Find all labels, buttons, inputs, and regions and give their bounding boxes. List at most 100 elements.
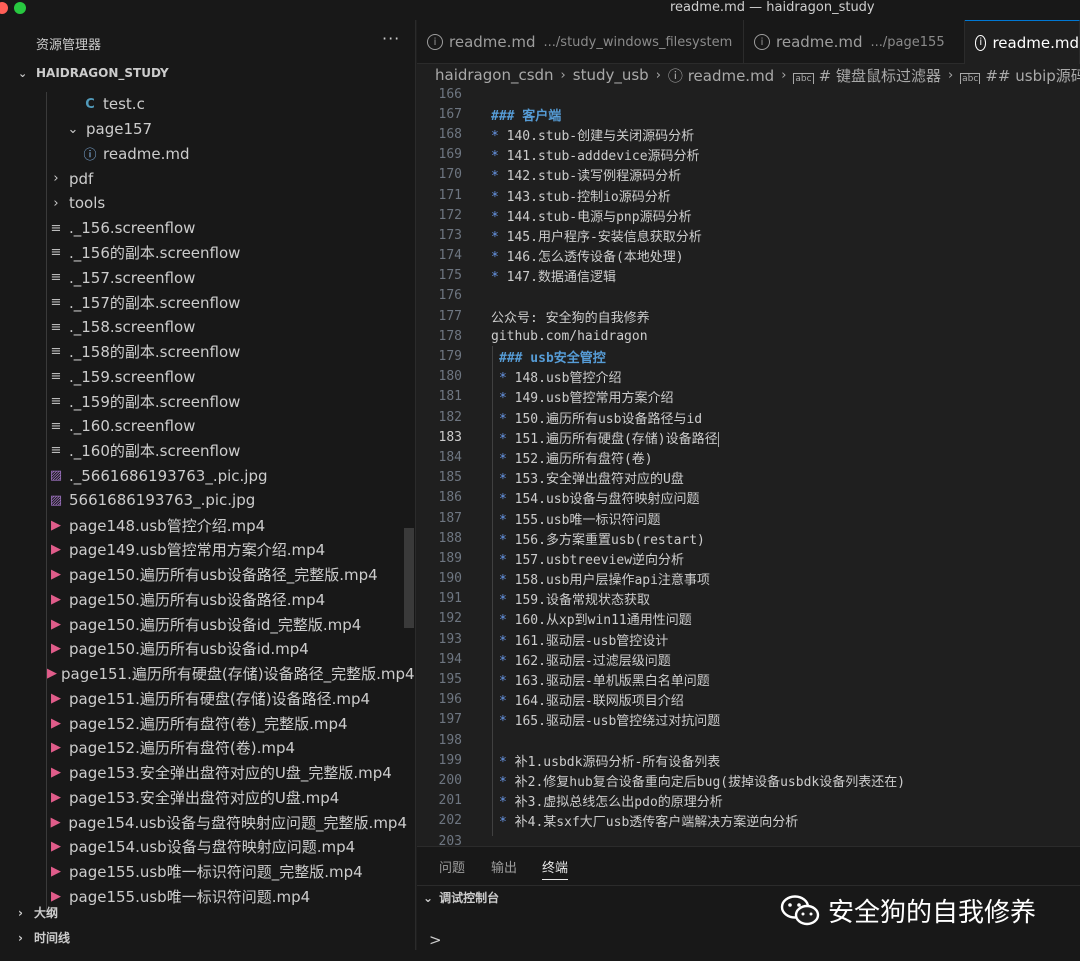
line-number: 201 (438, 793, 462, 809)
tree-item[interactable]: ▶ page152.遍历所有盘符(卷).mp4 (12, 736, 407, 761)
tree-item[interactable]: ▶ page150.遍历所有usb设备路径_完整版.mp4 (12, 562, 407, 587)
video-icon: ▶ (51, 888, 61, 904)
list-item: * 150.遍历所有usb设备路径与id (499, 408, 702, 427)
chevron-down-icon: ⌄ (423, 890, 434, 905)
tab-readme-active[interactable]: i readme.md (965, 20, 1080, 64)
list-item: * 162.驱动层-过滤层级问题 (499, 650, 671, 669)
tree-item[interactable]: ⌄ page157 (12, 117, 407, 142)
bullet-mark: * (491, 169, 507, 185)
list-item: * 152.遍历所有盘符(卷) (499, 448, 653, 467)
tree-item[interactable]: ▶ page154.usb设备与盘符映射应问题_完整版.mp4 (12, 810, 407, 835)
explorer-sidebar: 资源管理器 ··· ⌄ HAIDRAGON_STUDY Ctest.c ⌄ page1… (12, 20, 416, 950)
tree-item[interactable]: ≡ ._159的副本.screenflow (12, 389, 407, 414)
zoom-window-button[interactable] (14, 2, 26, 14)
video-icon: ▶ (51, 839, 61, 855)
tree-item[interactable]: ▶ page150.遍历所有usb设备id_完整版.mp4 (12, 612, 407, 637)
tree-item[interactable]: › tools (12, 191, 407, 216)
line-text: 147.数据通信逻辑 (506, 270, 616, 286)
breadcrumb-item[interactable]: study_usb (573, 66, 649, 84)
tree-item-label: ._156的副本.screenflow (69, 244, 241, 263)
breadcrumb-item[interactable]: abc # 键盘鼠标过滤器 (793, 65, 941, 86)
close-window-button[interactable] (0, 2, 8, 14)
tree-item-label: ._159.screenflow (69, 367, 196, 386)
tree-item[interactable]: ▨ 5661686193763_.pic.jpg (12, 488, 407, 513)
breadcrumb-item[interactable]: abc## usbip源码分析(w (960, 65, 1080, 86)
tree-item[interactable]: ≡ ._158的副本.screenflow (12, 340, 407, 365)
tree-item[interactable]: ⓘ readme.md (12, 142, 407, 167)
tree-item[interactable]: ▶ page155.usb唯一标识符问题_完整版.mp4 (12, 859, 407, 884)
tree-item[interactable]: ≡ ._157.screenflow (12, 265, 407, 290)
tree-item-label: ._160的副本.screenflow (69, 442, 241, 461)
tree-item-label: test.c (103, 95, 145, 114)
tree-item[interactable]: ≡ ._157的副本.screenflow (12, 290, 407, 315)
line-number: 189 (438, 550, 462, 566)
timeline-section[interactable]: › 时间线 (18, 929, 70, 946)
line-text: 155.usb唯一标识符问题 (514, 512, 661, 528)
tree-item[interactable]: ▶ page155.usb唯一标识符问题.mp4 (12, 884, 407, 909)
tree-item[interactable]: ≡ ._159.screenflow (12, 364, 407, 389)
tree-item[interactable]: ▶ page150.遍历所有usb设备id.mp4 (12, 637, 407, 662)
tree-item[interactable]: ▶ page151.遍历所有硬盘(存储)设备路径_完整版.mp4 (12, 661, 415, 686)
tree-item[interactable]: ≡ ._158.screenflow (12, 315, 407, 340)
tree-item[interactable]: ▶ page154.usb设备与盘符映射应问题.mp4 (12, 835, 407, 860)
line-text: 143.stub-控制io源码分析 (506, 189, 671, 205)
line-text: 150.遍历所有usb设备路径与id (514, 411, 703, 427)
tab-problems[interactable]: 问题 (439, 857, 465, 876)
tree-item-label: page154.usb设备与盘符映射应问题_完整版.mp4 (68, 813, 407, 832)
editor-line: 178 github.com/haidragon (417, 326, 1080, 346)
tab-terminal[interactable]: 终端 (542, 857, 569, 880)
tree-item[interactable]: ▶ page148.usb管控介绍.mp4 (12, 513, 407, 538)
tree-item-label: page152.遍历所有盘符(卷)_完整版.mp4 (69, 714, 348, 733)
editor-line: 183 * 151.遍历所有硬盘(存储)设备路径 (417, 427, 1080, 447)
more-actions-icon[interactable]: ··· (382, 29, 400, 48)
breadcrumb-item[interactable]: ⓘ readme.md (668, 65, 774, 86)
line-text: 154.usb设备与盘符映射应问题 (514, 492, 700, 508)
video-icon: ▶ (51, 690, 61, 706)
line-number: 175 (438, 268, 462, 284)
console-prompt[interactable]: > (429, 931, 442, 949)
line-text: 163.驱动层-单机版黑白名单问题 (514, 674, 710, 690)
breadcrumb-item[interactable]: haidragon_csdn (435, 66, 554, 84)
tab-readme-page155[interactable]: i readme.md .../page155 (744, 20, 965, 64)
sidebar-scrollbar[interactable] (404, 528, 414, 628)
line-text: 164.驱动层-联网版项目介绍 (514, 694, 684, 710)
tree-item[interactable]: ≡ ._156.screenflow (12, 216, 407, 241)
tree-item[interactable]: ▨ ._5661686193763_.pic.jpg (12, 463, 407, 488)
breadcrumb-symbol: # 键盘鼠标过滤器 (818, 66, 941, 85)
tree-item[interactable]: ≡ ._160的副本.screenflow (12, 439, 407, 464)
editor-tabs: i readme.md .../study_windows_filesystem… (417, 20, 1080, 64)
bullet-mark: * (491, 209, 507, 225)
list-item: * 144.stub-电源与pnp源码分析 (491, 206, 692, 225)
code-editor[interactable]: 166 167 ### 客户端 168 * 140.stub-创建与关闭源码分析 169 *… (417, 84, 1080, 846)
tab-output[interactable]: 输出 (491, 857, 517, 876)
list-item: * 补1.usbdk源码分析-所有设备列表 (499, 751, 720, 770)
tree-item[interactable]: Ctest.c (12, 92, 407, 117)
tree-item[interactable]: ▶ page152.遍历所有盘符(卷)_完整版.mp4 (12, 711, 407, 736)
outline-section[interactable]: › 大纲 (18, 904, 58, 921)
editor-line: 184 * 152.遍历所有盘符(卷) (417, 447, 1080, 467)
editor-line: 181 * 149.usb管控常用方案介绍 (417, 387, 1080, 407)
line-text: 152.遍历所有盘符(卷) (514, 451, 653, 467)
tree-item-label: ._157.screenflow (69, 268, 196, 287)
tree-item[interactable]: › pdf (12, 166, 407, 191)
tree-item[interactable]: ▶ page153.安全弹出盘符对应的U盘_完整版.mp4 (12, 760, 407, 785)
tree-item[interactable]: ▶ page153.安全弹出盘符对应的U盘.mp4 (12, 785, 407, 810)
tree-item[interactable]: ▶ page151.遍历所有硬盘(存储)设备路径.mp4 (12, 686, 407, 711)
tree-item-label: page148.usb管控介绍.mp4 (69, 516, 266, 535)
chevron-right-icon: › (18, 931, 23, 945)
line-text: 146.怎么透传设备(本地处理) (506, 250, 684, 266)
tree-item[interactable]: ≡ ._156的副本.screenflow (12, 241, 407, 266)
editor-line: 170 * 142.stub-读写例程源码分析 (417, 165, 1080, 185)
line-number: 177 (438, 308, 462, 324)
tree-item[interactable]: ▶ page150.遍历所有usb设备路径.mp4 (12, 587, 407, 612)
tab-readme-filesystem[interactable]: i readme.md .../study_windows_filesystem (417, 20, 744, 64)
tree-item[interactable]: ≡ ._160.screenflow (12, 414, 407, 439)
tree-item-label: 5661686193763_.pic.jpg (69, 491, 256, 510)
editor-line: 186 * 154.usb设备与盘符映射应问题 (417, 488, 1080, 508)
status-bar (0, 950, 1080, 961)
chevron-right-icon: › (18, 906, 23, 920)
workspace-folder[interactable]: ⌄ HAIDRAGON_STUDY (18, 66, 169, 80)
tree-item[interactable]: ▶ page149.usb管控常用方案介绍.mp4 (12, 538, 407, 563)
tree-item-label: page153.安全弹出盘符对应的U盘.mp4 (69, 788, 340, 807)
bullet-mark: * (499, 492, 515, 508)
